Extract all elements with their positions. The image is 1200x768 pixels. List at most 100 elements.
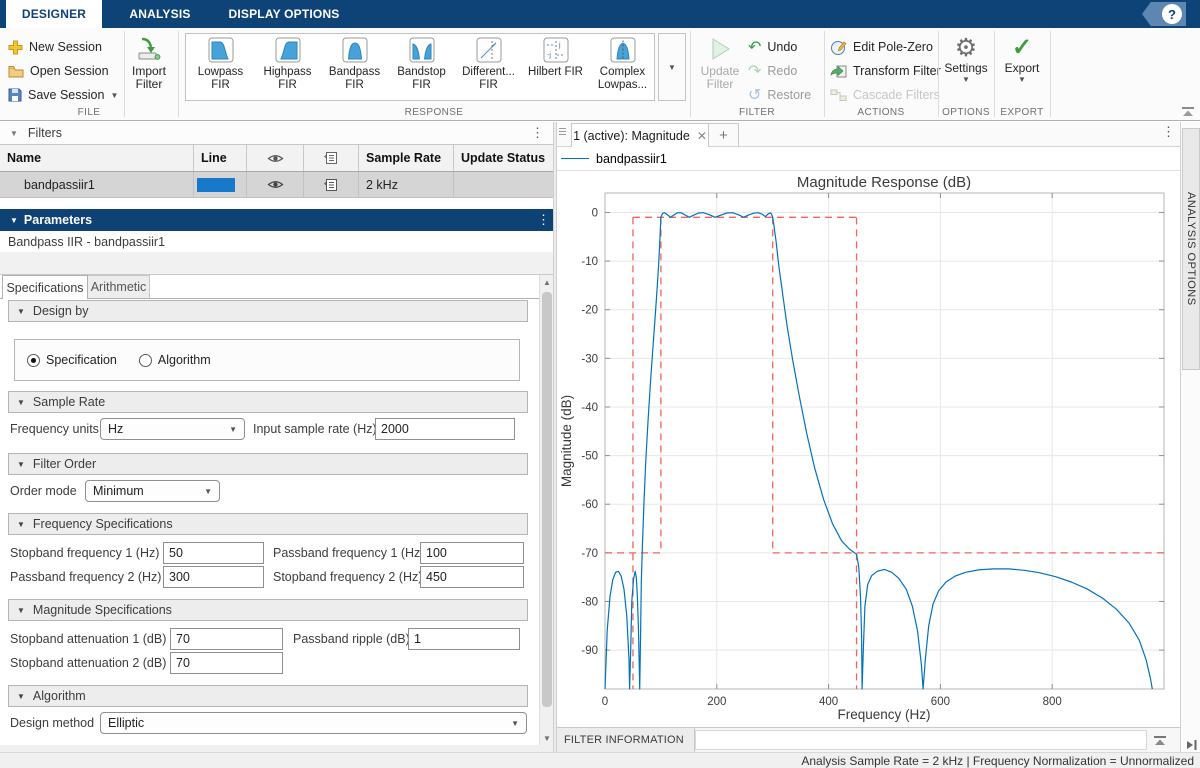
transform-filter-button[interactable]: Transform Filter xyxy=(830,60,941,82)
expand-filter-information-button[interactable] xyxy=(1154,735,1166,749)
tab-display-options[interactable]: DISPLAY OPTIONS xyxy=(218,0,350,28)
col-header-update-status[interactable]: Update Status xyxy=(454,145,553,171)
gallery-item-bandstop-fir[interactable]: Bandstop FIR xyxy=(388,34,455,100)
update-filter-button[interactable]: Update Filter xyxy=(692,36,748,91)
export-button[interactable]: ✓ Export ▼ xyxy=(994,34,1050,84)
status-bar: Analysis Sample Rate = 2 kHz | Frequency… xyxy=(0,752,1200,768)
tab-arithmetic[interactable]: Arithmetic xyxy=(88,275,150,299)
left-panel-scrollbar[interactable]: ▲ ▼ xyxy=(539,275,553,745)
passband-freq1-label: Passband frequency 1 (Hz) xyxy=(273,542,424,564)
svg-text:j: j xyxy=(558,42,561,49)
check-icon: ✓ xyxy=(1012,34,1032,62)
undo-button[interactable]: ↶ Undo xyxy=(748,36,797,58)
gallery-item-highpass-fir[interactable]: Highpass FIR xyxy=(254,34,321,100)
analysis-options-strip[interactable]: ANALYSIS OPTIONS xyxy=(1182,128,1200,370)
filters-panel-title: Filters xyxy=(28,126,62,140)
passband-freq2-field[interactable] xyxy=(163,566,264,588)
input-sample-rate-field[interactable] xyxy=(375,418,515,440)
new-session-button[interactable]: New Session xyxy=(8,36,102,58)
hilbert-icon: j -j xyxy=(543,37,569,63)
section-label-options: OPTIONS xyxy=(938,107,994,120)
restore-button[interactable]: ↺ Restore xyxy=(748,84,811,106)
svg-text:-90: -90 xyxy=(581,645,598,657)
pole-zero-icon xyxy=(830,39,847,56)
col-header-name[interactable]: Name xyxy=(0,145,194,171)
gallery-item-differentiator-fir[interactable]: Different... FIR xyxy=(455,34,522,100)
radio-algorithm[interactable]: Algorithm xyxy=(139,353,211,367)
toolstrip-tab-bar: DESIGNER ANALYSIS DISPLAY OPTIONS ? xyxy=(0,0,1200,28)
col-header-visibility[interactable] xyxy=(247,145,304,171)
gallery-item-lowpass-fir[interactable]: Lowpass FIR xyxy=(187,34,254,100)
input-sample-rate-label: Input sample rate (Hz) xyxy=(253,418,377,440)
tab-analysis[interactable]: ANALYSIS xyxy=(102,0,218,28)
settings-button[interactable]: ⚙ Settings ▼ xyxy=(938,34,994,84)
open-session-button[interactable]: Open Session xyxy=(8,60,109,82)
kebab-menu-icon[interactable]: ⋮ xyxy=(1162,127,1175,137)
gallery-expand-button[interactable]: ▼ xyxy=(658,33,686,101)
redo-icon: ↷ xyxy=(748,61,761,81)
plot-canvas[interactable]: Magnitude Response (dB) Frequency (Hz) M… xyxy=(557,171,1180,727)
stopband-atten2-field[interactable] xyxy=(170,652,283,674)
scrollbar-thumb[interactable] xyxy=(542,292,552,707)
tab-designer[interactable]: DESIGNER xyxy=(6,0,102,28)
close-icon[interactable]: ✕ xyxy=(697,129,707,143)
panel-grip-icon[interactable] xyxy=(559,128,566,141)
gallery-item-bandpass-fir[interactable]: Bandpass FIR xyxy=(321,34,388,100)
kebab-menu-icon[interactable]: ⋮ xyxy=(537,215,550,225)
section-header-design-by[interactable]: ▼ Design by xyxy=(8,300,528,322)
minimize-toolstrip-button[interactable] xyxy=(1182,106,1194,120)
filter-update-status-cell xyxy=(454,172,553,197)
filter-information-bar[interactable]: FILTER INFORMATION xyxy=(557,727,1180,752)
redo-button[interactable]: ↷ Redo xyxy=(748,60,797,82)
stopband-atten1-field[interactable] xyxy=(170,628,283,650)
svg-text:-60: -60 xyxy=(581,499,598,511)
section-header-magnitude-specs[interactable]: ▼ Magnitude Specifications xyxy=(8,599,528,621)
import-filter-button[interactable]: Import Filter xyxy=(121,36,177,91)
filter-line-cell[interactable] xyxy=(194,172,247,197)
stopband-freq1-field[interactable] xyxy=(163,542,264,564)
cascade-filters-button[interactable]: Cascade Filters xyxy=(830,84,940,106)
tab-specifications[interactable]: Specifications xyxy=(2,275,88,299)
ribbon: New Session Open Session Save Session ▼ … xyxy=(0,28,1200,121)
lowpass-icon xyxy=(208,37,234,63)
dock-panel-button[interactable] xyxy=(1185,739,1197,753)
scroll-up-icon[interactable]: ▲ xyxy=(540,275,554,289)
magnitude-display-tab[interactable]: 1 (active): Magnitude ✕ xyxy=(571,123,709,147)
section-header-sample-rate[interactable]: ▼ Sample Rate xyxy=(8,391,528,413)
section-header-algorithm[interactable]: ▼ Algorithm xyxy=(8,685,528,707)
chevron-down-icon: ▼ xyxy=(204,487,212,496)
filter-information-label[interactable]: FILTER INFORMATION xyxy=(557,728,695,752)
passband-freq1-field[interactable] xyxy=(420,542,524,564)
parameters-panel-header[interactable]: ▼ Parameters ⋮ xyxy=(0,209,553,231)
gallery-item-complex-lowpass[interactable]: Complex Lowpas... xyxy=(589,34,656,100)
save-session-button[interactable]: Save Session ▼ xyxy=(8,84,118,106)
edit-pole-zero-button[interactable]: Edit Pole-Zero xyxy=(830,36,933,58)
stopband-freq2-field[interactable] xyxy=(420,566,524,588)
add-display-tab-button[interactable]: + xyxy=(709,123,739,147)
filter-visibility-cell[interactable] xyxy=(247,172,304,197)
radio-specification[interactable]: Specification xyxy=(27,353,117,367)
filter-row-bandpassiir1[interactable]: bandpassiir1 2 kHz xyxy=(0,172,553,198)
help-button[interactable]: ? xyxy=(1142,2,1186,26)
order-mode-dropdown[interactable]: Minimum ▼ xyxy=(85,480,220,502)
kebab-menu-icon[interactable]: ⋮ xyxy=(531,128,544,138)
line-color-swatch[interactable] xyxy=(197,178,235,192)
filter-information-content xyxy=(695,730,1147,750)
filters-panel-header[interactable]: ▼ Filters ⋮ xyxy=(0,122,553,144)
section-header-filter-order[interactable]: ▼ Filter Order xyxy=(8,453,528,475)
collapse-caret-icon: ▼ xyxy=(17,460,25,469)
svg-text:-j: -j xyxy=(547,52,551,59)
gallery-item-hilbert-fir[interactable]: j-j Hilbert FIR xyxy=(522,34,589,100)
section-header-frequency-specs[interactable]: ▼ Frequency Specifications xyxy=(8,513,528,535)
frequency-units-dropdown[interactable]: Hz ▼ xyxy=(100,418,245,440)
col-header-sample-rate[interactable]: Sample Rate xyxy=(359,145,454,171)
plot-title: Magnitude Response (dB) xyxy=(797,174,971,191)
design-method-dropdown[interactable]: Elliptic ▼ xyxy=(100,712,527,734)
filter-specs-cell[interactable] xyxy=(304,172,359,197)
col-header-line[interactable]: Line xyxy=(194,145,247,171)
scroll-down-icon[interactable]: ▼ xyxy=(540,731,554,745)
design-method-label: Design method xyxy=(10,712,94,734)
magnitude-response-plot[interactable]: Magnitude Response (dB) Frequency (Hz) M… xyxy=(557,171,1180,727)
col-header-specs[interactable] xyxy=(304,145,359,171)
passband-ripple-field[interactable] xyxy=(408,628,520,650)
